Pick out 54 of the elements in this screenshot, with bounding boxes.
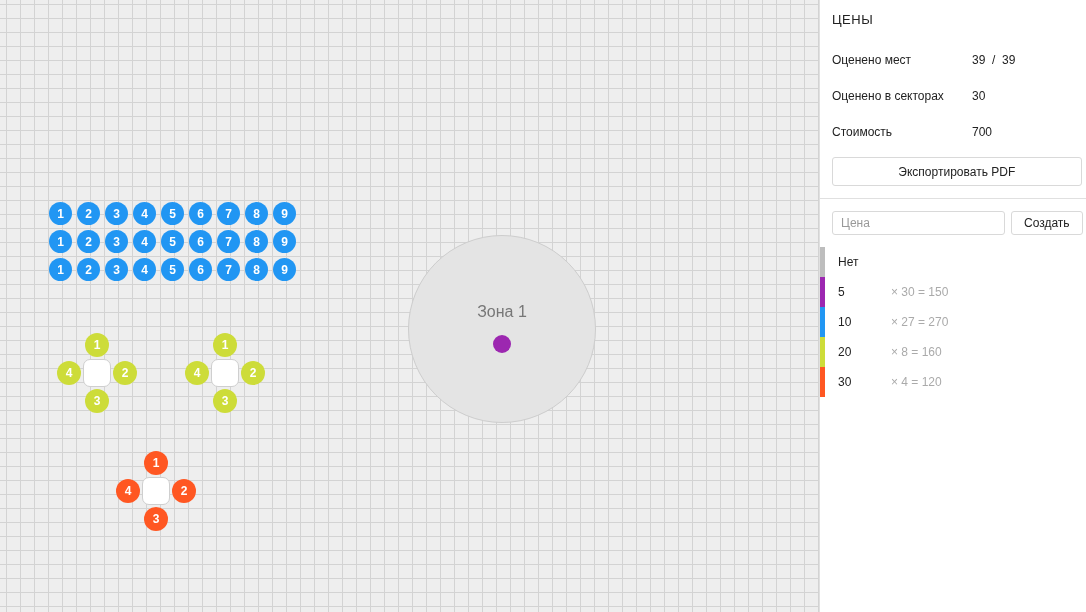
seat[interactable]: 2	[77, 258, 100, 281]
seat[interactable]: 8	[245, 202, 268, 225]
seat[interactable]: 6	[189, 258, 212, 281]
seat[interactable]: 2	[172, 479, 196, 503]
stat-value: 30	[972, 89, 986, 103]
seat[interactable]: 1	[49, 258, 72, 281]
seat[interactable]: 4	[133, 258, 156, 281]
table[interactable]	[83, 359, 111, 387]
seat[interactable]: 3	[105, 230, 128, 253]
export-button[interactable]: Экспортировать PDF	[832, 157, 1082, 186]
seat[interactable]: 6	[189, 202, 212, 225]
seat[interactable]: 4	[133, 230, 156, 253]
price-label[interactable]: 5	[825, 285, 891, 299]
seat[interactable]: 9	[273, 258, 296, 281]
seat[interactable]: 8	[245, 230, 268, 253]
price-label[interactable]: Нет	[825, 255, 891, 269]
seat[interactable]: 7	[217, 202, 240, 225]
table[interactable]	[211, 359, 239, 387]
seat[interactable]: 7	[217, 230, 240, 253]
table[interactable]	[142, 477, 170, 505]
seat[interactable]: 2	[77, 230, 100, 253]
seat[interactable]: 9	[273, 230, 296, 253]
price-label[interactable]: 20	[825, 345, 891, 359]
seat[interactable]: 3	[105, 202, 128, 225]
stat-value: 39 / 39	[972, 53, 1016, 67]
seat[interactable]: 2	[77, 202, 100, 225]
price-count: × 8 = 160	[891, 345, 942, 359]
seat[interactable]: 7	[217, 258, 240, 281]
stat-value: 700	[972, 125, 993, 139]
seat[interactable]: 5	[161, 230, 184, 253]
stat-label: Оценено мест	[832, 53, 913, 67]
seat[interactable]: 3	[105, 258, 128, 281]
seat[interactable]: 1	[49, 230, 72, 253]
seat[interactable]: 1	[144, 451, 168, 475]
price-count: × 30 = 150	[891, 285, 949, 299]
price-count: × 27 = 270	[891, 315, 949, 329]
price-label[interactable]: 30	[825, 375, 891, 389]
price-count: × 4 = 120	[891, 375, 942, 389]
zone-label: Зона 1	[477, 303, 527, 321]
seat[interactable]: 4	[133, 202, 156, 225]
stat-label: Оценено в секторах	[832, 89, 945, 103]
panel-title: ЦЕНЫ	[832, 12, 875, 27]
create-button[interactable]: Создать	[1011, 211, 1083, 235]
seat[interactable]: 9	[273, 202, 296, 225]
seat[interactable]: 4	[116, 479, 140, 503]
price-label[interactable]: 10	[825, 315, 891, 329]
seat[interactable]: 8	[245, 258, 268, 281]
seat[interactable]: 1	[49, 202, 72, 225]
seat[interactable]: 5	[161, 202, 184, 225]
stat-label: Стоимость	[832, 125, 894, 139]
price-field[interactable]: Цена	[832, 211, 1005, 235]
seat[interactable]: 5	[161, 258, 184, 281]
seat[interactable]: 3	[144, 507, 168, 531]
seat[interactable]: 6	[189, 230, 212, 253]
